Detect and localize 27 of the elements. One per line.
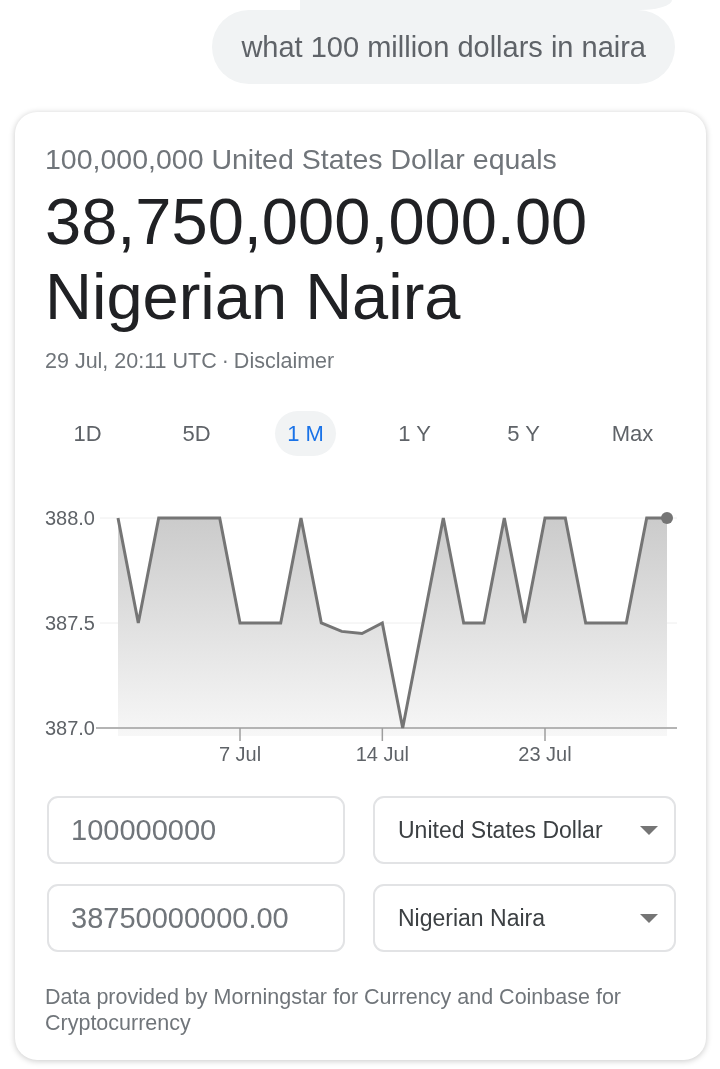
conversion-summary: 100,000,000 United States Dollar equals bbox=[45, 142, 558, 176]
range-tab[interactable]: Max bbox=[599, 411, 666, 456]
amount-field[interactable]: 100000000 bbox=[47, 796, 345, 864]
timestamp: 29 Jul, 20:11 UTC bbox=[45, 348, 217, 374]
range-tab[interactable]: 5 Y bbox=[495, 411, 552, 456]
currency-dropdown[interactable]: Nigerian Naira bbox=[373, 884, 676, 952]
y-axis-label: 387.5 bbox=[44, 612, 95, 634]
currency-dropdown[interactable]: United States Dollar bbox=[373, 796, 676, 864]
converted-amount: 38,750,000,000.00 bbox=[45, 184, 588, 259]
attribution-text: Data provided by Morningstar for Currency and Coinbase for Cryptocurrency bbox=[45, 984, 622, 1036]
y-axis-label: 387.0 bbox=[44, 717, 95, 739]
caret-icon bbox=[640, 913, 658, 923]
x-axis-label: 14 Jul bbox=[355, 743, 409, 765]
x-axis-label: 23 Jul bbox=[518, 743, 572, 765]
y-axis-label: 388.0 bbox=[44, 507, 95, 529]
caret-icon bbox=[640, 825, 658, 835]
separator: · bbox=[221, 348, 229, 374]
end-point-dot bbox=[661, 512, 673, 524]
range-tab[interactable]: 1D bbox=[61, 411, 114, 456]
disclaimer-link[interactable]: Disclaimer bbox=[233, 348, 335, 374]
range-tab[interactable]: 1 Y bbox=[386, 411, 443, 456]
currency-name: Nigerian Naira bbox=[45, 259, 461, 334]
range-tab[interactable]: 5D bbox=[170, 411, 223, 456]
range-tab[interactable]: 1 M bbox=[275, 411, 336, 456]
x-axis-label: 7 Jul bbox=[218, 743, 262, 765]
search-query-bubble: what 100 million dollars in naira bbox=[212, 10, 675, 84]
amount-field[interactable]: 38750000000.00 bbox=[47, 884, 345, 952]
